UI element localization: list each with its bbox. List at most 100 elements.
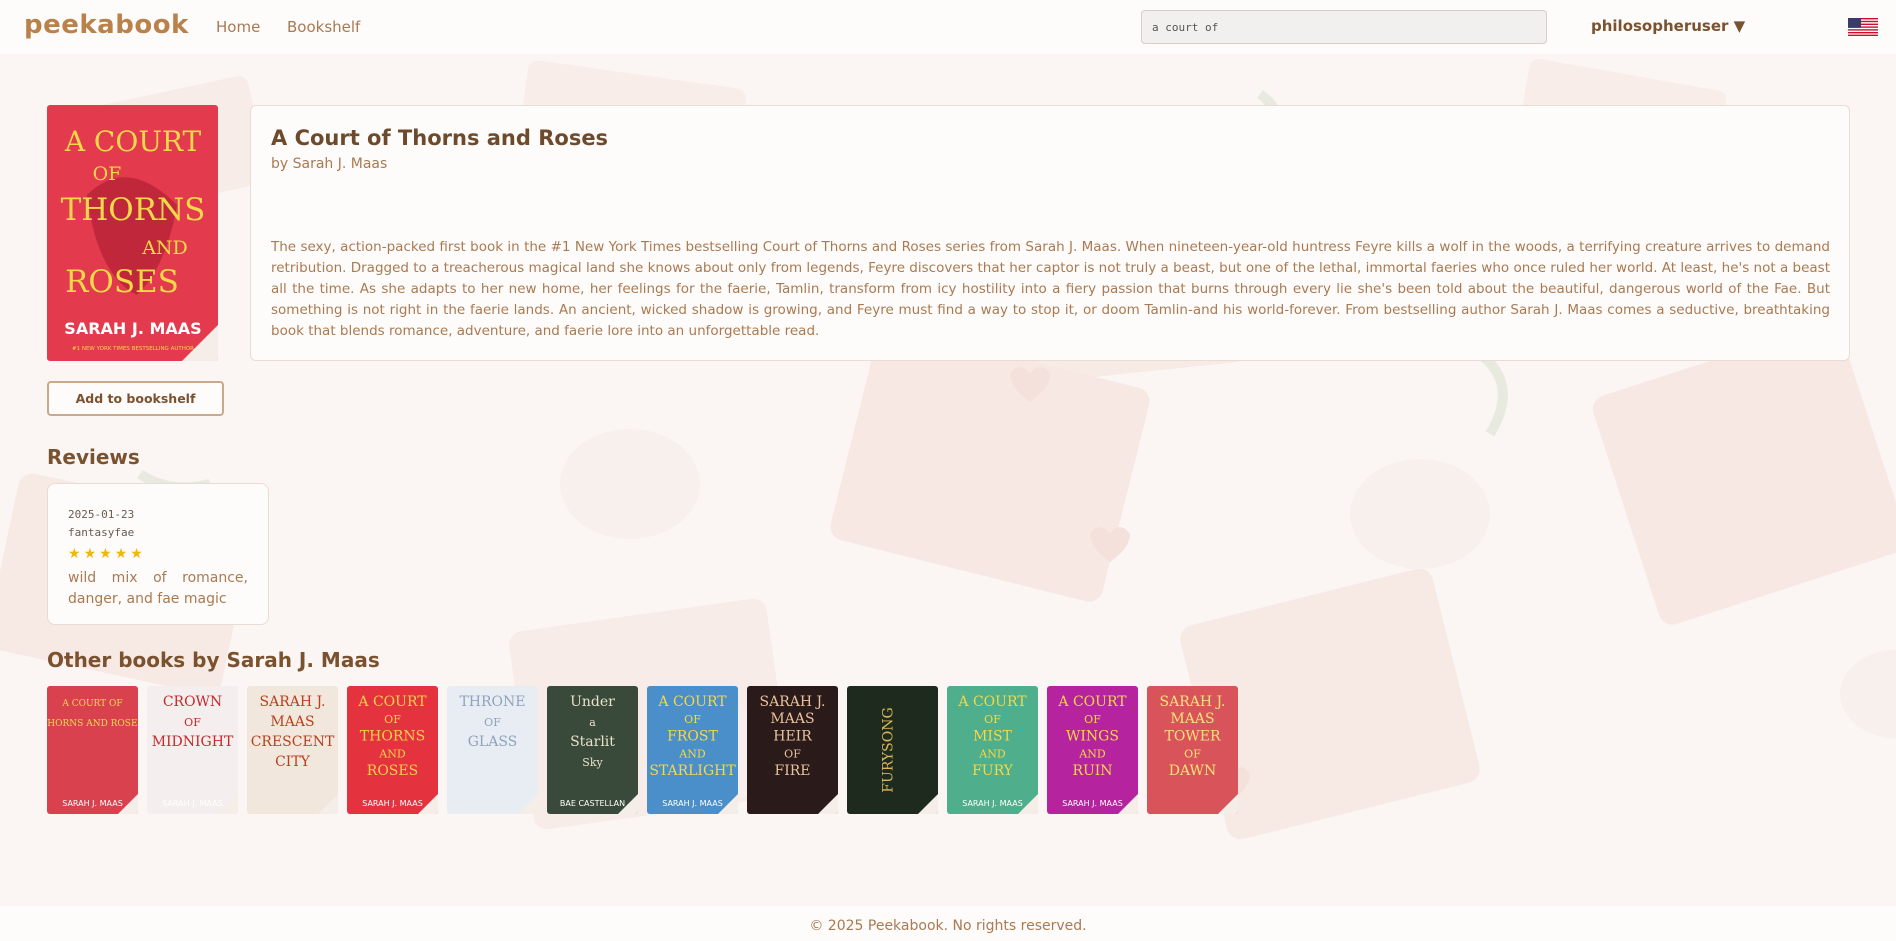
star-icon: ★ — [130, 546, 143, 562]
other-book-title-line: AND — [678, 748, 706, 761]
user-menu-dropdown[interactable]: philosopheruser ▼ — [1591, 17, 1745, 35]
other-book-title-line: MIST — [973, 728, 1012, 744]
book-info-card: A Court of Thorns and Roses by Sarah J. … — [250, 105, 1850, 361]
other-book-title-line: DAWN — [1169, 763, 1216, 779]
nav-home-link[interactable]: Home — [216, 18, 260, 36]
other-book-title-line: OF — [384, 713, 401, 726]
other-book-cover[interactable]: THRONE OF GLASS — [447, 686, 538, 814]
cover-title-line-5: ROSES — [65, 264, 179, 300]
other-book-cover[interactable]: SARAH J. MAAS HEIR OF FIRE — [747, 686, 838, 814]
other-books-heading: Other books by Sarah J. Maas — [47, 648, 380, 672]
other-book-title-line: A COURT — [657, 694, 727, 710]
other-book-cover[interactable]: SARAH J. MAAS TOWER OF DAWN — [1147, 686, 1238, 814]
other-book-title-line: SARAH J. — [260, 694, 326, 710]
other-book-title-line: CRESCENT — [251, 734, 335, 750]
other-book-title-line: MAAS — [770, 711, 814, 727]
other-book-title-line: GLASS — [468, 734, 518, 750]
other-book-author: SARAH J. MAAS — [1062, 799, 1123, 808]
other-book-title-line: AND — [978, 748, 1006, 761]
reviews-heading: Reviews — [47, 445, 140, 469]
book-description: The sexy, action-packed first book in th… — [271, 239, 1830, 339]
cover-title-line-3: THORNS — [61, 192, 206, 228]
other-books-list: A COURT OFTHORNS AND ROSESSARAH J. MAASC… — [47, 686, 1238, 814]
add-to-bookshelf-button[interactable]: Add to bookshelf — [47, 381, 224, 416]
book-author: by Sarah J. Maas — [271, 156, 388, 172]
review-text: wild mix of romance, danger, and fae mag… — [68, 570, 248, 607]
other-book-title-line: ROSES — [367, 763, 418, 779]
book-title: A Court of Thorns and Roses — [271, 126, 609, 150]
other-book-title-line: THORNS — [360, 728, 425, 744]
other-book-cover[interactable]: FURYSONG — [847, 686, 938, 814]
other-book-title-line: MIDNIGHT — [152, 734, 234, 750]
other-book-title-line: THRONE — [459, 694, 525, 710]
other-book-title-line: OF — [1184, 748, 1201, 761]
other-book-title-line: Starlit — [570, 734, 615, 750]
other-book-title-line: Under — [570, 694, 615, 710]
other-book-title-line: AND — [1078, 748, 1106, 761]
other-book-title-line: HEIR — [773, 728, 812, 744]
other-book-author: SARAH J. MAAS — [162, 799, 223, 808]
review-date: 2025-01-23 — [68, 508, 135, 521]
other-book-title-line: FROST — [667, 728, 718, 744]
other-book-title-line: FIRE — [774, 763, 810, 779]
cover-title-line-2: OF — [93, 163, 122, 185]
other-book-title-line: OF — [484, 716, 501, 729]
other-book-cover[interactable]: A COURT OF THORNS AND ROSES SARAH J. MAAS — [47, 686, 138, 814]
other-book-title-line: a — [589, 716, 596, 729]
review-card: 2025-01-23 fantasyfae ★ ★ ★ ★ ★ wild mix of … — [47, 483, 269, 625]
search-input[interactable] — [1141, 10, 1547, 44]
cover-title-line-1: A COURT — [64, 125, 202, 158]
other-book-title-line: A COURT — [357, 694, 427, 710]
star-icon: ★ — [114, 546, 128, 562]
other-book-author: SARAH J. MAAS — [962, 799, 1023, 808]
other-book-cover[interactable]: A COURT OF WINGS AND RUIN SARAH J. MAAS — [1047, 686, 1138, 814]
other-book-cover[interactable]: CROWN OF MIDNIGHT SARAH J. MAAS — [147, 686, 238, 814]
book-cover: A COURT OF THORNS AND ROSES SARAH J. MAA… — [47, 105, 218, 361]
other-book-title-line: OF — [984, 713, 1001, 726]
other-book-title-line: SARAH J. — [1160, 694, 1226, 710]
other-book-title-line: AND — [378, 748, 406, 761]
other-book-title-line: RUIN — [1072, 763, 1112, 779]
other-book-title-line: OF — [184, 716, 201, 729]
other-book-title-line: SARAH J. — [760, 694, 826, 710]
other-book-title-line: OF — [1084, 713, 1101, 726]
other-book-title-line: THORNS AND ROSES — [47, 719, 138, 729]
other-book-title-line: A COURT — [957, 694, 1027, 710]
us-flag-icon[interactable] — [1848, 18, 1878, 36]
other-book-author: SARAH J. MAAS — [62, 799, 123, 808]
review-username: fantasyfae — [68, 526, 135, 539]
other-book-title-line: FURY — [972, 763, 1014, 779]
other-book-cover[interactable]: A COURT OF MIST AND FURY SARAH J. MAAS — [947, 686, 1038, 814]
other-book-title-line: WINGS — [1066, 728, 1119, 744]
other-book-title-line: Sky — [582, 756, 603, 769]
other-book-title-line: STARLIGHT — [649, 763, 736, 779]
review-rating: ★ ★ ★ ★ ★ — [68, 546, 248, 562]
other-book-author: SARAH J. MAAS — [362, 799, 423, 808]
footer-copyright: © 2025 Peekabook. No rights reserved. — [809, 918, 1087, 934]
other-book-title-line: MAAS — [270, 714, 314, 730]
other-book-author: BAE CASTELLAN — [560, 799, 625, 808]
other-book-title-line: OF — [684, 713, 701, 726]
other-book-title-line: A COURT OF — [61, 699, 122, 709]
other-book-title-line: MAAS — [1170, 711, 1214, 727]
top-navbar: peekabook Home Bookshelf philosopheruser… — [0, 0, 1896, 54]
other-book-cover[interactable]: A COURT OF THORNS AND ROSES SARAH J. MAAS — [347, 686, 438, 814]
nav-bookshelf-link[interactable]: Bookshelf — [287, 18, 360, 36]
other-book-title-line: OF — [784, 748, 801, 761]
other-book-title-line: TOWER — [1165, 728, 1221, 744]
other-book-title-line: CROWN — [163, 694, 222, 710]
other-book-author: SARAH J. MAAS — [662, 799, 723, 808]
other-book-title-line: CITY — [275, 754, 311, 770]
star-icon: ★ — [99, 546, 112, 562]
star-icon: ★ — [83, 546, 97, 562]
other-book-cover[interactable]: A COURT OF FROST AND STARLIGHT SARAH J. MAAS — [647, 686, 738, 814]
other-book-title-line: A COURT — [1057, 694, 1127, 710]
cover-title-line-4: AND — [141, 237, 188, 259]
star-icon: ★ — [68, 546, 81, 562]
brand-logo[interactable]: peekabook — [24, 10, 189, 40]
other-book-cover[interactable]: SARAH J. MAAS CRESCENT CITY — [247, 686, 338, 814]
cover-author: SARAH J. MAAS — [64, 319, 201, 338]
other-book-cover[interactable]: Under a Starlit Sky BAE CASTELLAN — [547, 686, 638, 814]
cover-tagline: #1 NEW YORK TIMES BESTSELLING AUTHOR — [72, 346, 194, 352]
other-book-title-line: FURYSONG — [881, 707, 897, 792]
